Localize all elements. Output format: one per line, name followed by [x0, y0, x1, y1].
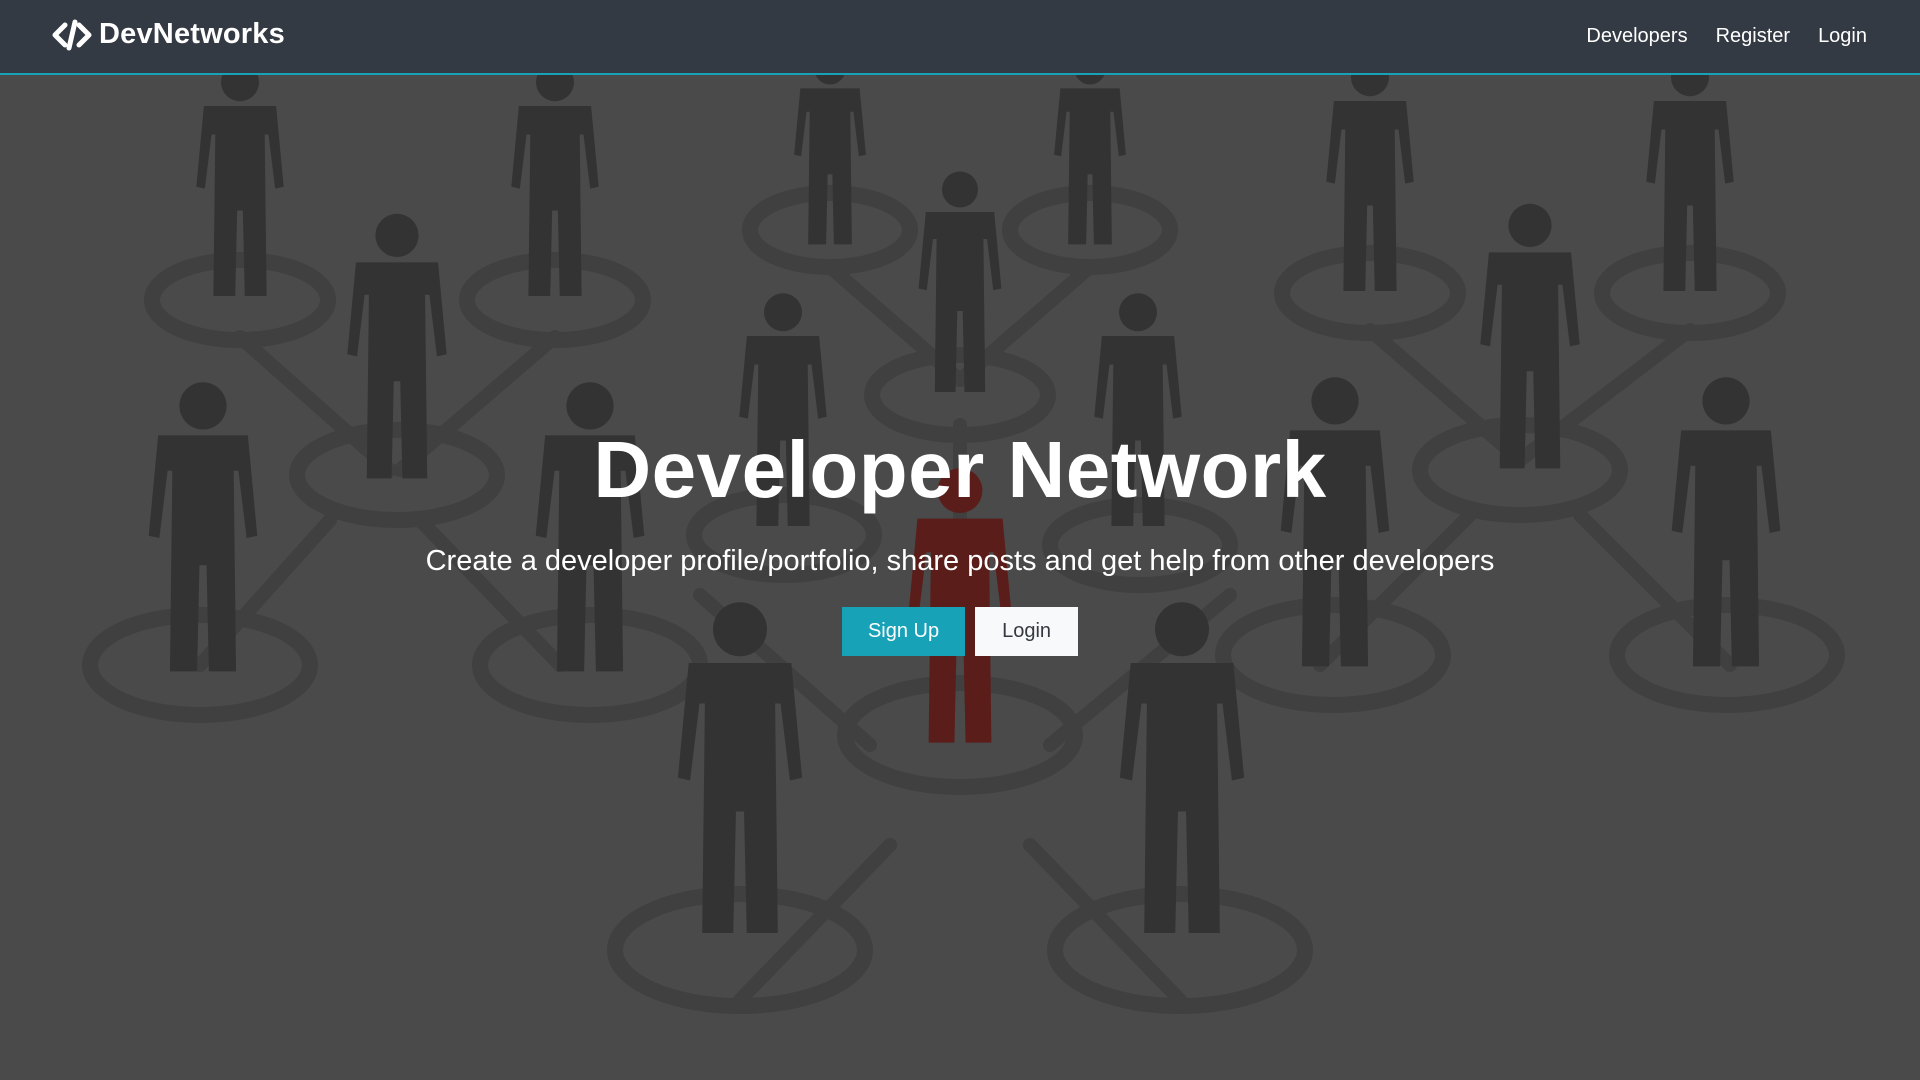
nav-link-register[interactable]: Register — [1716, 25, 1790, 48]
sign-up-button[interactable]: Sign Up — [841, 607, 966, 656]
hero-lead: Create a developer profile/portfolio, sh… — [425, 545, 1495, 577]
landing-section: Developer Network Create a developer pro… — [0, 75, 1920, 1080]
code-icon — [52, 19, 92, 50]
brand-link[interactable]: DevNetworks — [52, 18, 285, 51]
hero: Developer Network Create a developer pro… — [0, 425, 1920, 656]
brand-label: DevNetworks — [99, 18, 285, 50]
nav-link-developers[interactable]: Developers — [1586, 25, 1687, 48]
navbar: DevNetworks Developers Register Login — [0, 0, 1920, 75]
nav-link-login[interactable]: Login — [1818, 25, 1867, 48]
hero-buttons: Sign Up Login — [0, 607, 1920, 656]
nav-links: Developers Register Login — [1586, 25, 1867, 48]
login-button[interactable]: Login — [975, 607, 1079, 656]
hero-title: Developer Network — [593, 425, 1327, 514]
